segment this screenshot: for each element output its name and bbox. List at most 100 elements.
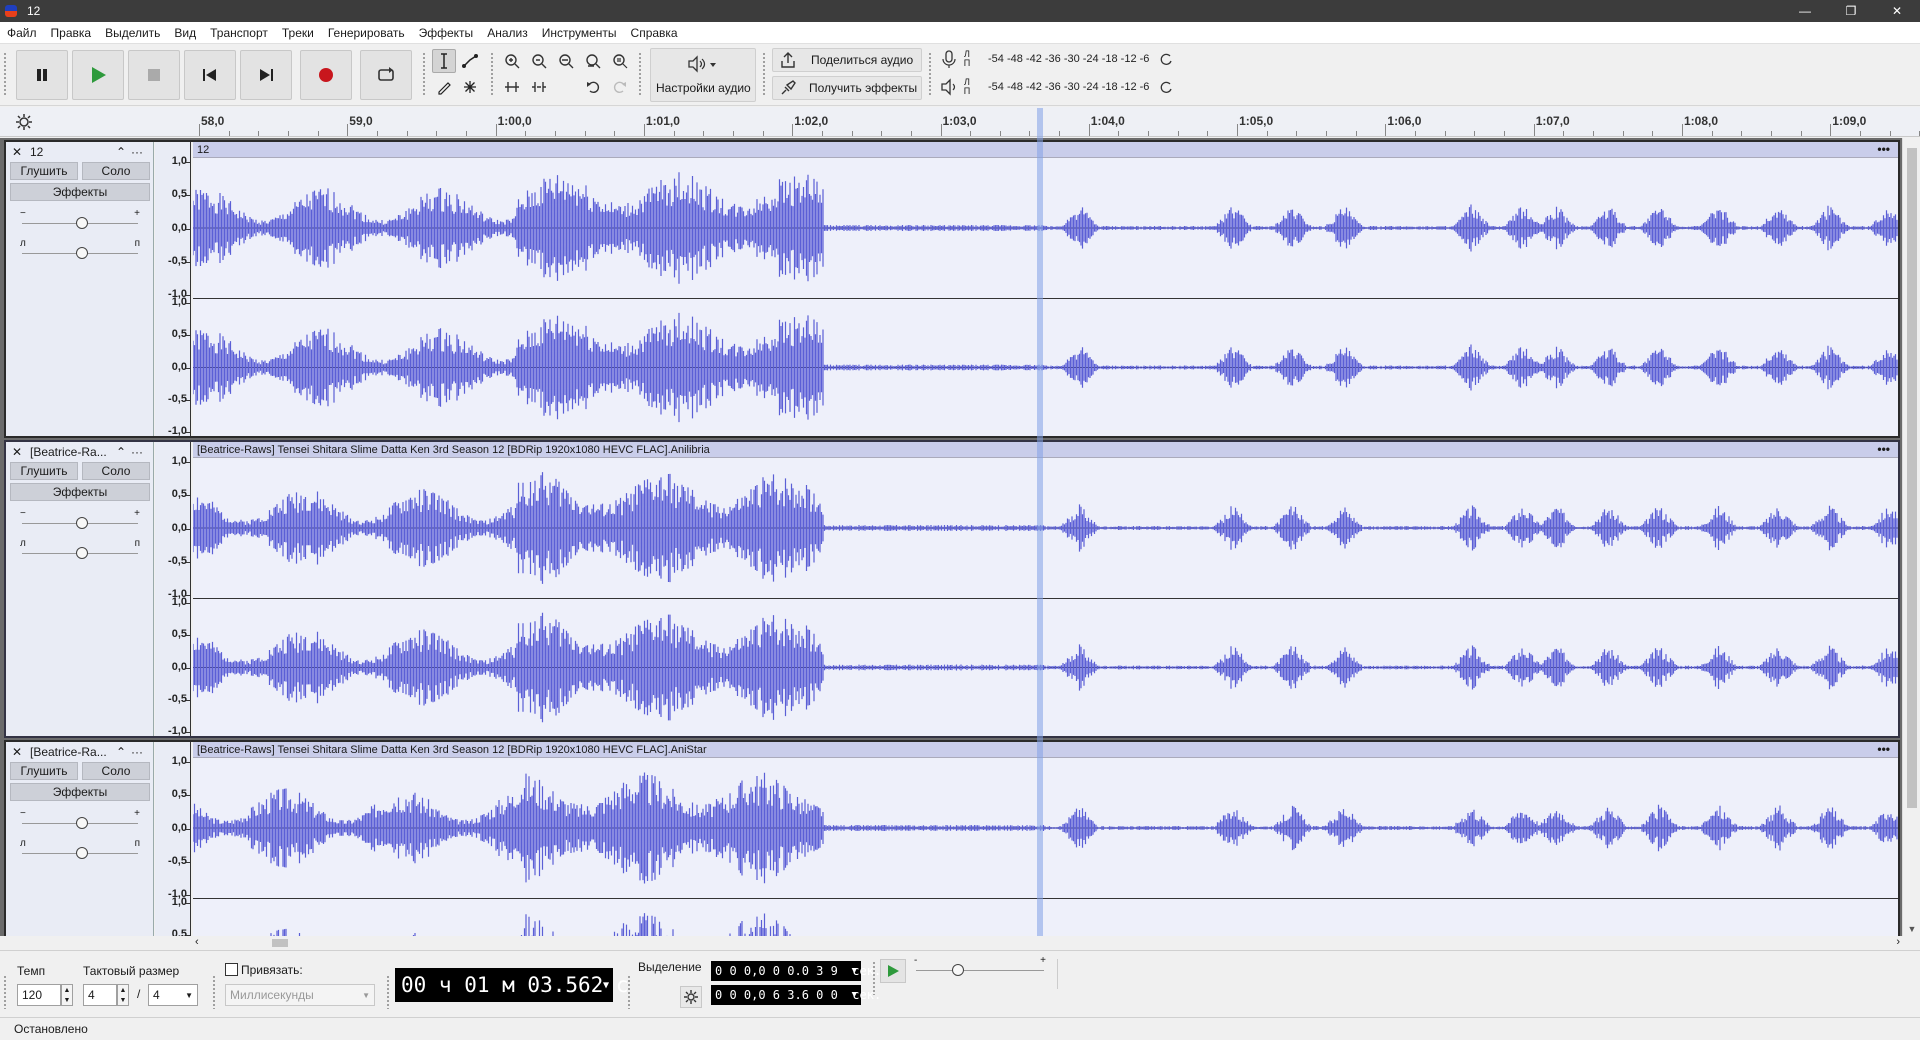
track-1[interactable]: ✕ 12 ⌃ ··· Глушить Соло Эффекты − + л п … — [4, 140, 1900, 438]
collapse-track-icon[interactable]: ⌃ — [114, 145, 128, 159]
zoom-out-button[interactable] — [527, 49, 551, 73]
menu-tools[interactable]: Инструменты — [535, 26, 624, 40]
selection-start-display[interactable]: 0 0 0,0 0 0.0 3 9 сек. ▼ — [711, 961, 881, 981]
time-format-dropdown-icon[interactable]: ▼ — [603, 980, 609, 991]
menu-select[interactable]: Выделить — [98, 26, 167, 40]
mute-button[interactable]: Глушить — [10, 762, 78, 780]
share-audio-button[interactable]: Поделиться аудио — [772, 48, 922, 72]
scroll-down-arrow-icon[interactable]: ▼ — [1903, 924, 1920, 934]
time-display[interactable]: 00 ч 01 м 03.562 с ▼ — [395, 968, 629, 1002]
collapse-track-icon[interactable]: ⌃ — [114, 445, 128, 459]
menu-effects[interactable]: Эффекты — [412, 26, 481, 40]
mute-button[interactable]: Глушить — [10, 462, 78, 480]
clip-header[interactable]: [Beatrice-Raws] Tensei Shitara Slime Dat… — [193, 742, 1898, 758]
undo-button[interactable] — [581, 75, 605, 99]
close-track-icon[interactable]: ✕ — [12, 745, 24, 759]
pause-button[interactable] — [16, 50, 68, 100]
menu-edit[interactable]: Правка — [44, 26, 99, 40]
tempo-spinner[interactable]: ▲ ▼ — [61, 984, 73, 1006]
toolbar-grip[interactable] — [638, 52, 642, 96]
zoom-in-button[interactable] — [500, 49, 524, 73]
playback-meter[interactable]: ЛП -54 -48 -42 -36 -30 -24 -18 -12 -6 — [940, 75, 1210, 99]
menu-transport[interactable]: Транспорт — [203, 26, 275, 40]
gain-knob[interactable] — [76, 517, 88, 529]
effects-button[interactable]: Эффекты — [10, 483, 150, 501]
toolbar-grip[interactable] — [928, 52, 932, 96]
channel-left[interactable] — [193, 458, 1898, 599]
toolbar-grip[interactable] — [490, 52, 494, 96]
playback-speed-slider[interactable]: - + — [910, 955, 1050, 977]
selection-settings-button[interactable] — [680, 986, 702, 1008]
menu-generate[interactable]: Генерировать — [321, 26, 412, 40]
redo-button[interactable] — [608, 75, 632, 99]
loop-button[interactable] — [360, 50, 412, 100]
restore-button[interactable]: ❐ — [1828, 0, 1874, 22]
snap-unit-select[interactable]: Миллисекунды ▼ — [225, 984, 375, 1006]
effects-button[interactable]: Эффекты — [10, 183, 150, 201]
selection-end-display[interactable]: 0 0 0,0 6 3.6 0 0 сек. ▼ — [711, 985, 881, 1005]
track-name[interactable]: [Beatrice-Ra... — [30, 745, 114, 759]
gain-knob[interactable] — [76, 217, 88, 229]
scroll-right-arrow-icon[interactable]: › — [1896, 936, 1900, 948]
gain-slider[interactable]: − + — [16, 208, 144, 230]
channel-right[interactable] — [193, 599, 1898, 736]
close-window-button[interactable]: ✕ — [1874, 0, 1920, 22]
pan-slider[interactable]: л п — [16, 238, 144, 260]
vertical-scrollbar[interactable]: ▼ — [1902, 138, 1920, 936]
close-track-icon[interactable]: ✕ — [12, 145, 24, 159]
time-signature-numerator[interactable]: 4 — [83, 984, 117, 1006]
solo-button[interactable]: Соло — [82, 762, 150, 780]
speed-knob[interactable] — [952, 964, 964, 976]
stop-button[interactable] — [128, 50, 180, 100]
toolbar-grip[interactable] — [212, 975, 216, 1009]
track-menu-icon[interactable]: ··· — [128, 745, 146, 759]
waveform-area[interactable]: [Beatrice-Raws] Tensei Shitara Slime Dat… — [193, 442, 1898, 736]
channel-right[interactable] — [193, 299, 1898, 436]
clip-menu-icon[interactable]: ••• — [1877, 442, 1890, 456]
track-2[interactable]: ✕ [Beatrice-Ra... ⌃ ··· Глушить Соло Эфф… — [4, 440, 1900, 738]
timeline-settings-icon[interactable] — [14, 112, 34, 132]
channel-left[interactable] — [193, 158, 1898, 299]
zoom-toggle-button[interactable] — [608, 49, 632, 73]
chevron-down-icon[interactable]: ▼ — [852, 966, 857, 976]
fit-project-button[interactable] — [581, 49, 605, 73]
numerator-spinner[interactable]: ▲ ▼ — [117, 984, 129, 1006]
horizontal-scroll-thumb[interactable] — [272, 939, 288, 947]
record-button[interactable] — [300, 50, 352, 100]
solo-button[interactable]: Соло — [82, 462, 150, 480]
audio-setup-button[interactable]: Настройки аудио — [650, 48, 756, 102]
clip-menu-icon[interactable]: ••• — [1877, 742, 1890, 756]
pan-slider[interactable]: л п — [16, 838, 144, 860]
play-at-speed-button[interactable] — [880, 959, 906, 983]
toolbar-grip[interactable] — [627, 975, 631, 1009]
channel-right[interactable] — [193, 899, 1898, 936]
pan-knob[interactable] — [76, 247, 88, 259]
effects-button[interactable]: Эффекты — [10, 783, 150, 801]
pan-knob[interactable] — [76, 847, 88, 859]
minimize-button[interactable]: — — [1782, 0, 1828, 22]
track-menu-icon[interactable]: ··· — [128, 445, 146, 459]
toolbar-grip[interactable] — [3, 975, 7, 1009]
selection-tool-button[interactable] — [432, 49, 456, 73]
gain-slider[interactable]: − + — [16, 808, 144, 830]
toolbar-grip[interactable] — [872, 961, 876, 995]
horizontal-scrollbar[interactable]: ‹ › — [187, 936, 1920, 950]
scroll-left-arrow-icon[interactable]: ‹ — [195, 936, 199, 948]
toolbar-grip[interactable] — [3, 52, 7, 96]
track-3[interactable]: ✕ [Beatrice-Ra... ⌃ ··· Глушить Соло Эфф… — [4, 740, 1900, 936]
snap-checkbox[interactable] — [225, 963, 238, 976]
mute-button[interactable]: Глушить — [10, 162, 78, 180]
toolbar-grip[interactable] — [762, 52, 766, 96]
fit-selection-button[interactable] — [554, 49, 578, 73]
toolbar-grip[interactable] — [422, 52, 426, 96]
toolbar-grip[interactable] — [386, 975, 390, 1009]
trim-audio-button[interactable] — [500, 75, 524, 99]
waveform-area[interactable]: [Beatrice-Raws] Tensei Shitara Slime Dat… — [193, 742, 1898, 936]
pan-knob[interactable] — [76, 547, 88, 559]
close-track-icon[interactable]: ✕ — [12, 445, 24, 459]
chevron-down-icon[interactable]: ▼ — [852, 990, 857, 1000]
gain-slider[interactable]: − + — [16, 508, 144, 530]
vertical-scroll-thumb[interactable] — [1907, 148, 1917, 808]
time-signature-denominator[interactable]: 4 ▼ — [148, 984, 198, 1006]
track-name[interactable]: [Beatrice-Ra... — [30, 445, 114, 459]
